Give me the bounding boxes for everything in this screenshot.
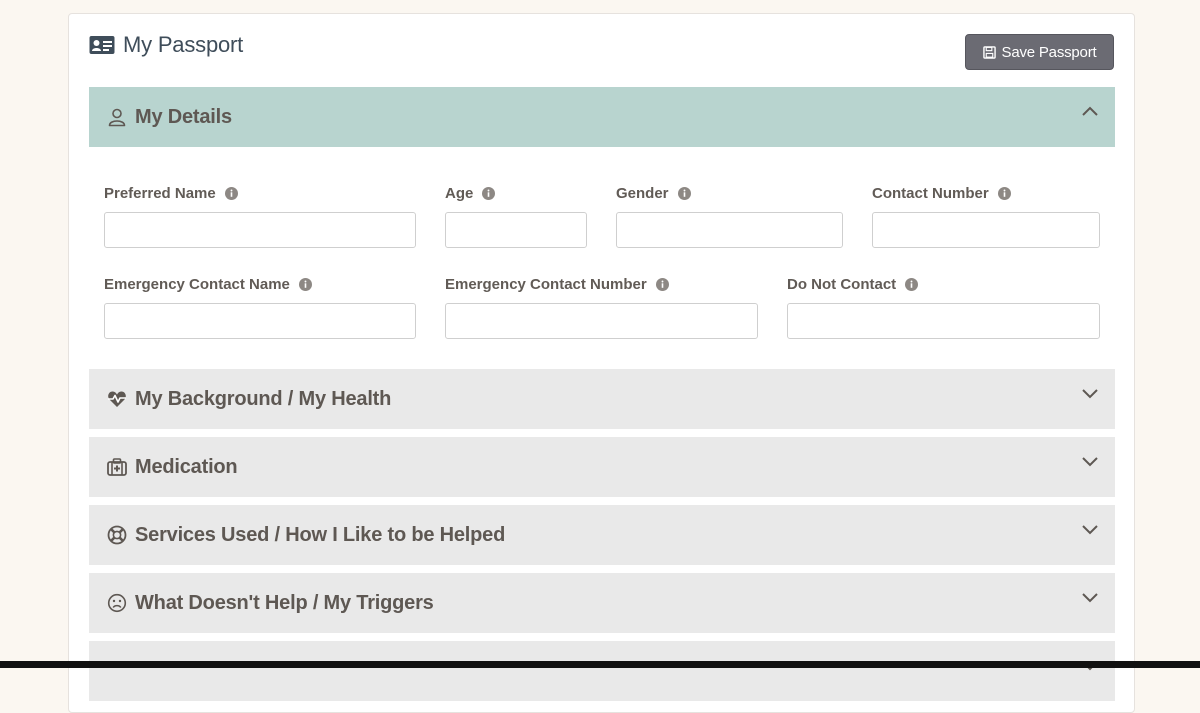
frown-icon: [107, 593, 127, 613]
chevron-down-icon[interactable]: [1081, 387, 1099, 399]
emergency-contact-name-input[interactable]: [104, 303, 416, 339]
section-my-details[interactable]: My Details: [89, 87, 1115, 147]
field-label: Preferred Name: [104, 184, 216, 202]
field-label: Emergency Contact Name: [104, 275, 290, 293]
section-my-background[interactable]: My Background / My Health: [89, 369, 1115, 429]
window-bottom-edge: [0, 661, 1200, 668]
contact-number-input[interactable]: [872, 212, 1100, 248]
floppy-disk-icon: [982, 45, 996, 59]
field-preferred-name: Preferred Name: [104, 184, 416, 248]
gender-input[interactable]: [616, 212, 843, 248]
field-do-not-contact: Do Not Contact: [787, 275, 1100, 339]
chevron-down-icon[interactable]: [1081, 523, 1099, 535]
save-passport-button[interactable]: Save Passport: [965, 34, 1114, 70]
field-emergency-contact-name: Emergency Contact Name: [104, 275, 416, 339]
section-services-used[interactable]: Services Used / How I Like to be Helped: [89, 505, 1115, 565]
field-label: Contact Number: [872, 184, 989, 202]
field-label: Gender: [616, 184, 669, 202]
info-icon[interactable]: [655, 277, 669, 291]
age-input[interactable]: [445, 212, 587, 248]
page-title: My Passport: [123, 32, 244, 57]
chevron-down-icon[interactable]: [1081, 455, 1099, 467]
field-gender: Gender: [616, 184, 843, 248]
medkit-icon: [107, 457, 127, 477]
chevron-down-icon[interactable]: [1081, 591, 1099, 603]
field-emergency-contact-number: Emergency Contact Number: [445, 275, 758, 339]
life-ring-icon: [107, 525, 127, 545]
field-contact-number: Contact Number: [872, 184, 1100, 248]
info-icon[interactable]: [224, 186, 238, 200]
section-label: My Details: [135, 105, 232, 128]
section-triggers[interactable]: What Doesn't Help / My Triggers: [89, 573, 1115, 633]
section-label: My Background / My Health: [135, 387, 392, 410]
preferred-name-input[interactable]: [104, 212, 416, 248]
section-label: Services Used / How I Like to be Helped: [135, 523, 506, 546]
field-label: Age: [445, 184, 474, 202]
field-label: Emergency Contact Number: [445, 275, 647, 293]
do-not-contact-input[interactable]: [787, 303, 1100, 339]
section-label: Medication: [135, 455, 238, 478]
info-icon[interactable]: [298, 277, 312, 291]
chevron-up-icon[interactable]: [1081, 105, 1099, 117]
field-age: Age: [445, 184, 587, 248]
user-icon: [107, 107, 127, 127]
info-icon[interactable]: [905, 277, 919, 291]
heartbeat-icon: [107, 389, 127, 409]
info-icon[interactable]: [677, 186, 691, 200]
info-icon[interactable]: [482, 186, 496, 200]
field-label: Do Not Contact: [787, 275, 897, 293]
section-next[interactable]: [89, 641, 1115, 701]
save-passport-label: Save Passport: [1001, 43, 1097, 61]
passport-card: My Passport Save Passport My Details Pre…: [68, 13, 1135, 713]
emergency-contact-number-input[interactable]: [445, 303, 758, 339]
id-card-icon: [89, 35, 115, 55]
passport-header: My Passport: [89, 32, 243, 58]
section-medication[interactable]: Medication: [89, 437, 1115, 497]
section-label: What Doesn't Help / My Triggers: [135, 591, 434, 614]
info-icon[interactable]: [997, 186, 1011, 200]
